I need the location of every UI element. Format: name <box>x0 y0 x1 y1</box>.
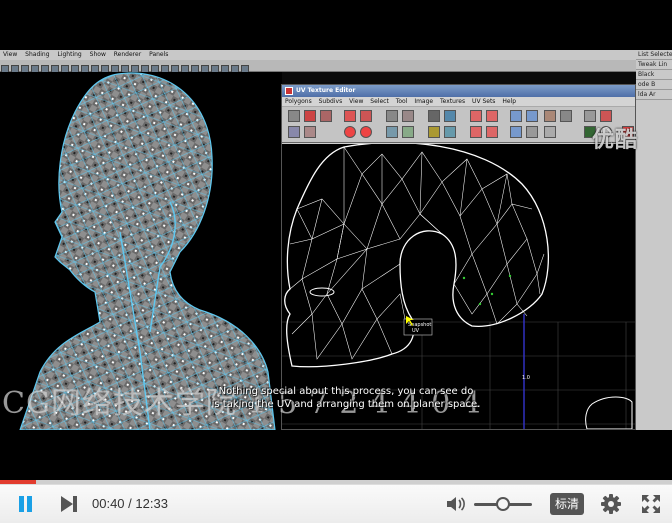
maya-menu-panels: Panels <box>149 51 169 58</box>
pause-button[interactable] <box>14 494 36 514</box>
maya-screen: View Shading Lighting Show Renderer Pane… <box>0 50 672 430</box>
uv-selected-points <box>462 274 512 306</box>
subtitle-line-2: is taking the UV and arranging them on p… <box>211 399 481 410</box>
control-bar: 00:40 / 12:33 标清 <box>0 484 672 523</box>
panel-row: Black <box>636 70 672 80</box>
uv-eye-island <box>309 287 335 297</box>
uv-tool-icon <box>386 110 398 122</box>
uv-tool-icon <box>544 126 556 138</box>
fullscreen-button[interactable] <box>640 493 662 515</box>
uv-tool-icon <box>320 110 332 122</box>
pause-icon-bar <box>27 496 32 512</box>
uv-menu-subdivs: Subdivs <box>318 98 343 105</box>
uv-tool-icon <box>304 126 316 138</box>
uv-tool-icon <box>560 110 572 122</box>
panel-row: ode B <box>636 80 672 90</box>
next-button[interactable] <box>58 495 80 513</box>
character-mesh <box>19 72 276 430</box>
uv-tool-icon <box>584 110 596 122</box>
perspective-viewport <box>0 72 282 430</box>
panel-row: List Selected <box>636 50 672 60</box>
uv-menu-select: Select <box>370 98 389 105</box>
uv-tool-icon <box>600 110 612 122</box>
panel-row: lda Ar <box>636 90 672 100</box>
maya-menu-renderer: Renderer <box>113 51 142 58</box>
video-player: View Shading Lighting Show Renderer Pane… <box>0 0 672 523</box>
uv-menu-tool: Tool <box>395 98 408 105</box>
time-display: 00:40 / 12:33 <box>92 496 168 511</box>
video-frame[interactable]: View Shading Lighting Show Renderer Pane… <box>0 0 672 480</box>
uv-menu-textures: Textures <box>440 98 466 105</box>
uv-menu-view: View <box>349 98 364 105</box>
uv-tool-icon <box>402 126 414 138</box>
panel-row: Tweak Lin <box>636 60 672 70</box>
uv-tool-icon <box>526 126 538 138</box>
volume-slider[interactable] <box>474 497 532 511</box>
uv-tool-icon <box>544 110 556 122</box>
uv-menu-polygons: Polygons <box>285 98 312 105</box>
uv-tool-icon <box>470 126 482 138</box>
mute-button[interactable] <box>445 495 467 513</box>
uv-tool-icon <box>344 126 356 138</box>
gear-icon <box>601 494 621 514</box>
uv-tool-icon <box>444 126 456 138</box>
next-icon <box>61 496 77 512</box>
maya-menubar: View Shading Lighting Show Renderer Pane… <box>0 50 640 60</box>
uv-tool-icon <box>486 110 498 122</box>
volume-knob[interactable] <box>496 497 510 511</box>
uv-tool-icon <box>304 110 316 122</box>
quality-button[interactable]: 标清 <box>550 493 584 515</box>
current-time: 00:40 <box>92 496 125 511</box>
uv-grid-label: 1.0 <box>522 375 530 381</box>
uv-tool-icon <box>386 126 398 138</box>
fullscreen-icon <box>642 495 660 513</box>
uv-menu-help: Help <box>502 98 517 105</box>
maya-menu-show: Show <box>89 51 106 58</box>
uv-tool-icon <box>510 126 522 138</box>
time-separator: / <box>124 496 136 511</box>
uv-tool-icon <box>444 110 456 122</box>
uv-tool-icon <box>486 126 498 138</box>
uv-tool-icon <box>360 126 372 138</box>
uv-tool-icon <box>428 110 440 122</box>
uv-tool-icon <box>470 110 482 122</box>
maya-toolbar <box>0 60 640 73</box>
uv-tool-icon <box>510 110 522 122</box>
uv-editor-toolbar <box>282 107 635 143</box>
uv-tool-icon <box>360 110 372 122</box>
uv-tool-icon <box>344 110 356 122</box>
maya-menu-lighting: Lighting <box>57 51 82 58</box>
uv-editor-title: UV Texture Editor <box>296 87 356 94</box>
uv-tool-icon <box>288 110 300 122</box>
youku-logo-text: 优酷 <box>592 128 639 153</box>
duration: 12:33 <box>135 496 168 511</box>
uv-tool-icon <box>428 126 440 138</box>
volume-icon <box>447 497 465 511</box>
uv-tool-icon <box>526 110 538 122</box>
uv-tool-icon <box>402 110 414 122</box>
subtitle-line-1: Nothing special about this process, you … <box>218 386 474 397</box>
youku-logo: 优酷 <box>592 122 638 154</box>
uv-editor-menubar: Polygons Subdivs View Select Tool Image … <box>282 97 635 107</box>
maya-window-icon <box>285 87 293 95</box>
settings-button[interactable] <box>600 493 622 515</box>
uv-tool-icon <box>288 126 300 138</box>
uv-menu-image: Image <box>414 98 434 105</box>
uv-menu-uvsets: UV Sets <box>472 98 496 105</box>
attribute-panel: List Selected Tweak Lin Black ode B lda … <box>636 50 672 430</box>
mesh-wireframe <box>20 73 275 430</box>
maya-menu-view: View <box>3 51 18 58</box>
maya-menu-shading: Shading <box>25 51 50 58</box>
uv-editor-titlebar: UV Texture Editor <box>282 85 635 97</box>
pause-icon <box>19 496 24 512</box>
